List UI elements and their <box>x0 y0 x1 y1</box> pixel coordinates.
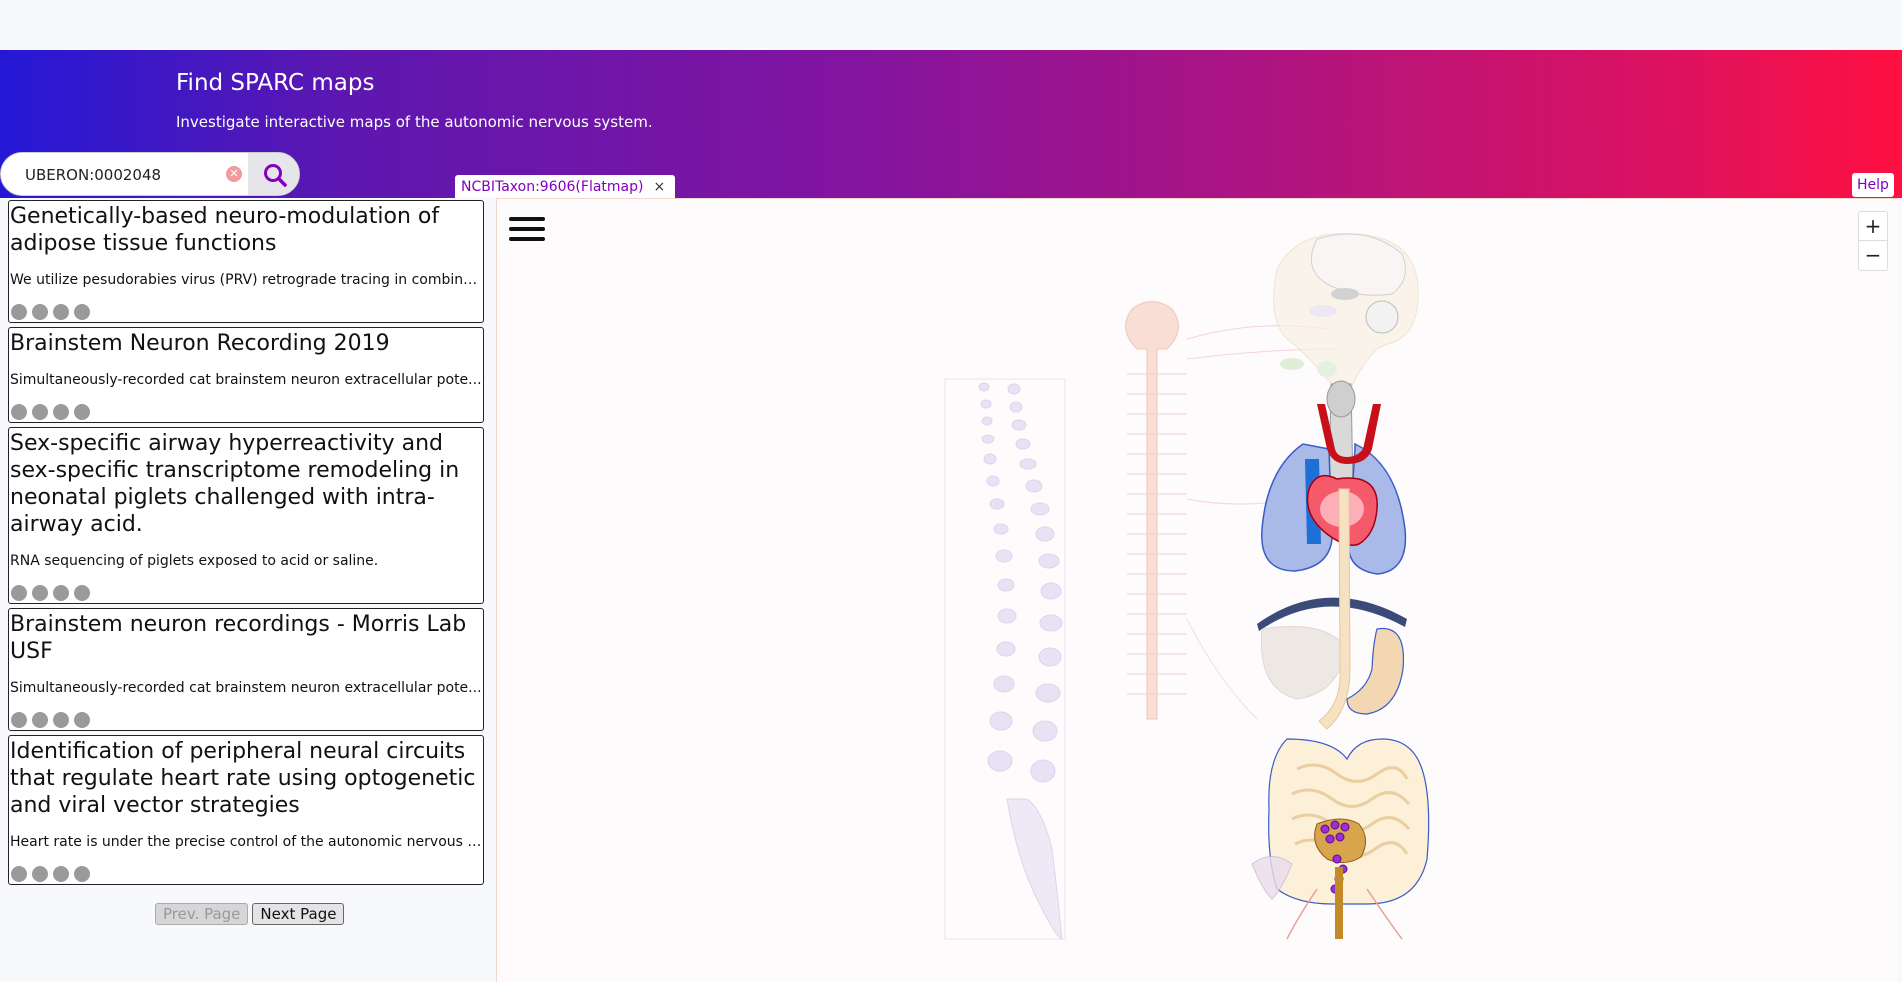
head-diagram <box>1273 232 1419 400</box>
result-tags <box>11 585 90 601</box>
vertebral-column <box>944 378 1066 940</box>
result-description: RNA sequencing of piglets exposed to aci… <box>10 553 379 569</box>
result-card[interactable]: Brainstem Neuron Recording 2019 Simultan… <box>8 327 484 423</box>
tag-dot[interactable] <box>11 404 27 420</box>
search-bar: ✕ <box>0 152 300 196</box>
results-sidebar: Genetically-based neuro-modulation of ad… <box>0 198 494 982</box>
result-title[interactable]: Sex-specific airway hyperreactivity and … <box>10 430 482 538</box>
tab-close-icon[interactable]: × <box>653 179 665 195</box>
result-description: Heart rate is under the precise control … <box>10 834 482 850</box>
tag-dot[interactable] <box>74 304 90 320</box>
result-card[interactable]: Genetically-based neuro-modulation of ad… <box>8 200 484 323</box>
clear-icon[interactable]: ✕ <box>226 166 242 182</box>
stomach <box>1346 627 1405 715</box>
page: Find SPARC maps Investigate interactive … <box>0 0 1902 982</box>
tag-dot[interactable] <box>32 304 48 320</box>
result-title[interactable]: Identification of peripheral neural circ… <box>10 738 482 819</box>
top-bar <box>0 0 1902 50</box>
result-title[interactable]: Brainstem neuron recordings - Morris Lab… <box>10 611 482 665</box>
result-title[interactable]: Genetically-based neuro-modulation of ad… <box>10 203 482 257</box>
tag-dot[interactable] <box>32 866 48 882</box>
anatomy-flatmap[interactable] <box>497 199 1899 982</box>
liver <box>1260 626 1348 700</box>
result-title[interactable]: Brainstem Neuron Recording 2019 <box>10 330 482 357</box>
search-input[interactable] <box>25 153 225 195</box>
tag-dot[interactable] <box>74 866 90 882</box>
zoom-out-button[interactable]: − <box>1859 241 1887 270</box>
page-subtitle: Investigate interactive maps of the auto… <box>176 113 653 131</box>
next-page-button[interactable]: Next Page <box>252 903 345 925</box>
result-tags <box>11 866 90 882</box>
tag-dot[interactable] <box>53 866 69 882</box>
result-description: Simultaneously-recorded cat brainstem ne… <box>10 372 482 388</box>
diaphragm <box>1257 597 1407 631</box>
pagination: Prev. Page Next Page <box>155 903 345 925</box>
tag-dot[interactable] <box>74 404 90 420</box>
result-card[interactable]: Sex-specific airway hyperreactivity and … <box>8 427 484 604</box>
tag-dot[interactable] <box>32 712 48 728</box>
result-description: Simultaneously-recorded cat brainstem ne… <box>10 680 482 696</box>
help-button[interactable]: Help <box>1852 173 1894 197</box>
flatmap-viewer[interactable]: + − <box>496 198 1898 982</box>
tag-dot[interactable] <box>32 404 48 420</box>
tag-dot[interactable] <box>74 712 90 728</box>
tag-dot[interactable] <box>11 585 27 601</box>
hamburger-menu-icon[interactable] <box>509 215 547 243</box>
tag-dot[interactable] <box>53 712 69 728</box>
urethra <box>1335 867 1343 939</box>
result-tags <box>11 304 90 320</box>
result-tags <box>11 404 90 420</box>
result-card[interactable]: Identification of peripheral neural circ… <box>8 735 484 885</box>
result-description: We utilize pesudorabies virus (PRV) retr… <box>10 272 482 288</box>
tab-label: NCBITaxon:9606(Flatmap) <box>461 178 644 195</box>
page-title: Find SPARC maps <box>176 70 375 96</box>
tab-flatmap[interactable]: NCBITaxon:9606(Flatmap) × <box>455 175 675 198</box>
zoom-in-button[interactable]: + <box>1859 212 1887 241</box>
tag-dot[interactable] <box>74 585 90 601</box>
tag-dot[interactable] <box>53 404 69 420</box>
zoom-control: + − <box>1858 211 1888 271</box>
tag-dot[interactable] <box>53 304 69 320</box>
tag-dot[interactable] <box>11 866 27 882</box>
tag-dot[interactable] <box>32 585 48 601</box>
search-button[interactable] <box>248 153 299 195</box>
thyroid <box>1326 380 1356 418</box>
prev-page-button[interactable]: Prev. Page <box>155 903 249 925</box>
tag-dot[interactable] <box>11 712 27 728</box>
tag-dot[interactable] <box>53 585 69 601</box>
magnifier-icon <box>263 164 287 187</box>
tag-dot[interactable] <box>11 304 27 320</box>
result-tags <box>11 712 90 728</box>
result-card[interactable]: Brainstem neuron recordings - Morris Lab… <box>8 608 484 731</box>
